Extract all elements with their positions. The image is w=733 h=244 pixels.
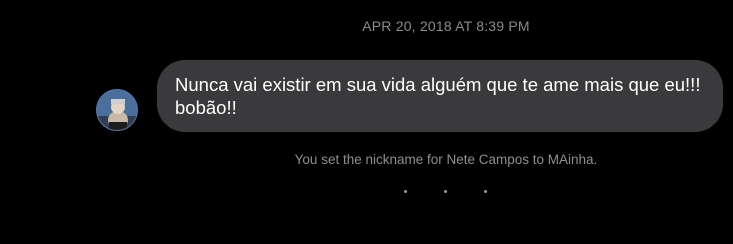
- nickname-change-notice: You set the nickname for Nete Campos to …: [294, 152, 598, 167]
- profile-photo-icon: [97, 90, 137, 130]
- typing-indicator-icon: [400, 188, 492, 194]
- dot: [484, 190, 487, 193]
- chat-thread[interactable]: APR 20, 2018 AT 8:39 PM Nunca vai existi…: [0, 0, 733, 244]
- dot: [444, 190, 447, 193]
- message-timestamp: APR 20, 2018 AT 8:39 PM: [362, 18, 530, 34]
- message-bubble[interactable]: Nunca vai existir em sua vida alguém que…: [157, 60, 723, 132]
- contact-avatar[interactable]: [96, 89, 138, 131]
- dot: [404, 190, 407, 193]
- message-text: Nunca vai existir em sua vida alguém que…: [175, 74, 701, 118]
